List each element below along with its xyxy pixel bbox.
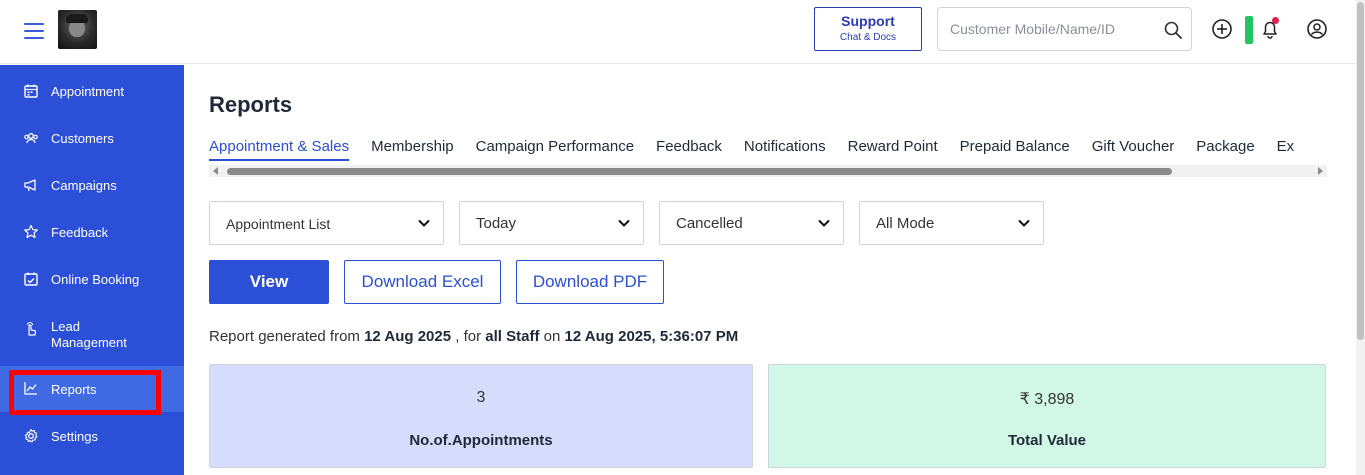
appointments-count-value: 3: [476, 389, 486, 406]
notification-dot: [1272, 17, 1279, 24]
tab-notifications[interactable]: Notifications: [744, 138, 826, 159]
report-info-mid: , for: [455, 328, 482, 345]
chevron-down-icon: [418, 219, 430, 227]
status-value: Cancelled: [676, 215, 743, 232]
reports-highlight-annotation: [9, 370, 161, 415]
report-type-value: Appointment List: [226, 216, 331, 232]
tab-membership[interactable]: Membership: [371, 138, 454, 159]
sidebar-item-label: Settings: [51, 429, 98, 444]
page-title: Reports: [209, 92, 293, 117]
sidebar-item-label-line2: Management: [51, 335, 127, 350]
gear-icon: [24, 428, 38, 443]
hamburger-menu-icon[interactable]: [24, 23, 44, 39]
scrollbar-thumb[interactable]: [1357, 2, 1364, 340]
appointments-count-card: 3 No.of.Appointments: [209, 364, 753, 468]
chevron-down-icon: [618, 219, 630, 227]
report-generated-info: Report generated from 12 Aug 2025 , for …: [209, 328, 738, 345]
appointments-count-caption: No.of.Appointments: [409, 432, 553, 449]
support-subtitle: Chat & Docs: [839, 32, 897, 43]
business-logo[interactable]: [58, 10, 97, 49]
tab-campaign-performance[interactable]: Campaign Performance: [476, 138, 634, 159]
tab-package[interactable]: Package: [1196, 138, 1254, 159]
users-icon: [24, 133, 38, 144]
view-button[interactable]: View: [209, 260, 329, 304]
date-range-value: Today: [476, 215, 517, 232]
date-range-select[interactable]: Today: [459, 201, 644, 245]
report-tabs: Appointment & Sales Membership Campaign Pe…: [209, 138, 1327, 164]
status-indicator: [1245, 16, 1253, 44]
sidebar-item-lead-management[interactable]: Lead Management: [0, 317, 184, 353]
star-icon: [24, 224, 38, 239]
report-info-prefix: Report generated from: [209, 328, 360, 345]
scrollbar-thumb[interactable]: [227, 168, 1172, 175]
tab-feedback[interactable]: Feedback: [656, 138, 722, 159]
top-bar: Support Chat & Docs: [0, 0, 1356, 64]
total-value-amount: ₹ 3,898: [1019, 391, 1075, 408]
report-info-on: on: [543, 328, 561, 345]
tabs-horizontal-scrollbar[interactable]: [209, 165, 1327, 177]
support-button[interactable]: Support Chat & Docs: [814, 7, 922, 51]
scroll-left-arrow-icon[interactable]: [213, 167, 218, 175]
report-generated-at: 12 Aug 2025, 5:36:07 PM: [564, 328, 739, 345]
chevron-down-icon: [818, 219, 830, 227]
tab-ex[interactable]: Ex: [1277, 138, 1295, 159]
total-value-card: ₹ 3,898 Total Value: [768, 364, 1326, 468]
mode-select[interactable]: All Mode: [859, 201, 1044, 245]
customer-search-input[interactable]: [950, 18, 1150, 40]
calendar-check-icon: [24, 272, 38, 286]
user-account-icon[interactable]: [1306, 18, 1328, 40]
chevron-down-icon: [1018, 219, 1030, 227]
sidebar-item-label: Appointment: [51, 84, 124, 99]
sidebar-item-label: Feedback: [51, 225, 109, 240]
sidebar-item-customers[interactable]: Customers: [0, 128, 184, 148]
tab-appointment-sales[interactable]: Appointment & Sales: [209, 138, 350, 161]
sidebar-item-online-booking[interactable]: Online Booking: [0, 269, 184, 289]
report-from-date: 12 Aug 2025: [364, 328, 452, 345]
megaphone-icon: [24, 179, 36, 192]
sidebar-item-settings[interactable]: Settings: [0, 426, 184, 446]
sidebar-item-campaigns[interactable]: Campaigns: [0, 175, 184, 195]
total-value-caption: Total Value: [1007, 432, 1087, 449]
sidebar-item-label: Customers: [51, 131, 114, 146]
tab-prepaid-balance[interactable]: Prepaid Balance: [960, 138, 1070, 159]
download-excel-button[interactable]: Download Excel: [344, 260, 501, 304]
sidebar-item-feedback[interactable]: Feedback: [0, 222, 184, 242]
mode-value: All Mode: [876, 215, 935, 232]
sidebar-item-label: Lead: [51, 319, 80, 334]
customer-search-box[interactable]: [937, 7, 1192, 51]
tab-gift-voucher[interactable]: Gift Voucher: [1092, 138, 1175, 159]
report-staff: all Staff: [485, 328, 540, 345]
page-vertical-scrollbar[interactable]: [1356, 0, 1365, 475]
search-icon[interactable]: [1163, 20, 1183, 40]
sidebar-item-label: Campaigns: [51, 178, 117, 193]
add-circle-icon[interactable]: [1211, 18, 1233, 40]
support-title: Support: [841, 13, 895, 29]
status-select[interactable]: Cancelled: [659, 201, 844, 245]
scroll-right-arrow-icon[interactable]: [1318, 167, 1323, 175]
download-pdf-button[interactable]: Download PDF: [516, 260, 664, 304]
sidebar-item-label: Online Booking: [51, 272, 140, 287]
calendar-icon: [24, 84, 38, 98]
sidebar-item-appointment[interactable]: Appointment: [0, 81, 184, 101]
hand-pointer-icon: [26, 321, 37, 336]
tab-reward-point[interactable]: Reward Point: [848, 138, 938, 159]
report-type-select[interactable]: Appointment List: [209, 201, 444, 245]
